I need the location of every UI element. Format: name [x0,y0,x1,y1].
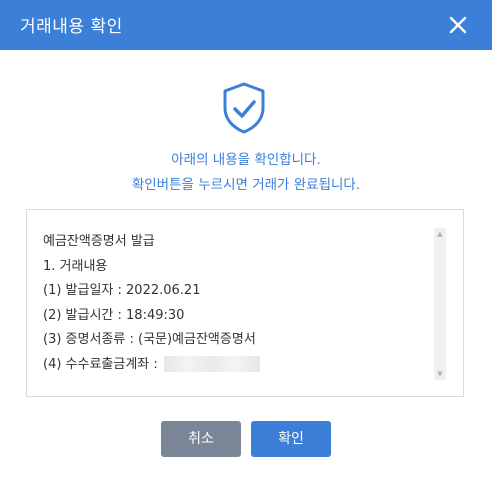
scroll-down-arrow-icon[interactable]: ▼ [434,368,446,380]
detail-line-account: (4) 수수료출금계좌 : [43,355,260,380]
close-icon[interactable] [444,11,472,39]
account-label: (4) 수수료출금계좌 : [43,356,158,372]
confirm-message-line2: 확인버튼을 누르시면 거래가 완료됩니다. [131,177,361,193]
dialog-title: 거래내용 확인 [20,17,123,37]
confirm-button[interactable]: 확인 [251,421,331,457]
details-list: 예금잔액증명서 발급 1. 거래내용 (1) 발급일자 : 2022.06.21… [43,232,260,379]
detail-line: 예금잔액증명서 발급 [43,234,155,249]
transaction-details-box[interactable]: 예금잔액증명서 발급 1. 거래내용 (1) 발급일자 : 2022.06.21… [26,209,464,397]
detail-line: (2) 발급시간 : 18:49:30 [43,307,185,323]
dialog-header: 거래내용 확인 [0,0,492,50]
detail-line: 1. 거래내용 [43,258,108,274]
detail-line: (1) 발급일자 : 2022.06.21 [43,283,201,298]
confirm-message-line1: 아래의 내용을 확인합니다. [171,152,321,168]
masked-account-number [163,356,260,372]
details-scrollbar[interactable]: ▲ ▼ [434,228,446,380]
cancel-button[interactable]: 취소 [161,421,241,457]
scroll-up-arrow-icon[interactable]: ▲ [434,228,446,240]
detail-line: (3) 증명서종류 : (국문)예금잔액증명서 [43,332,256,347]
shield-check-icon [219,80,269,136]
